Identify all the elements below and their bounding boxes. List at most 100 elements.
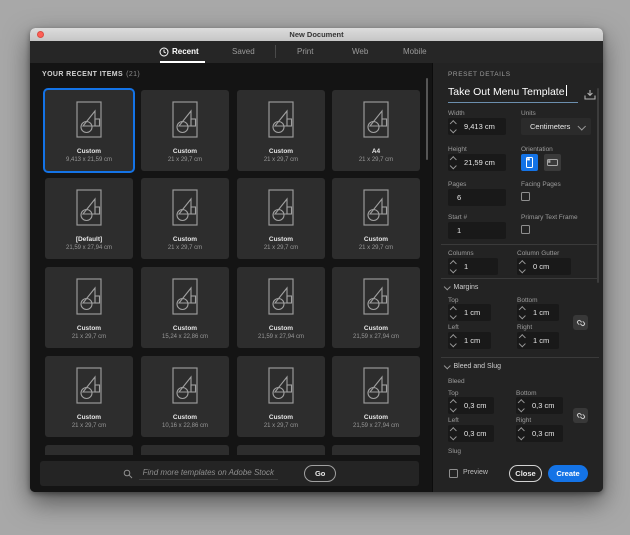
template-card-dimensions: 9,413 x 21,59 cm — [65, 157, 113, 163]
bleed-top-value: 0,3 cm — [464, 401, 487, 410]
bleed-top-field[interactable]: 0,3 cm — [448, 397, 494, 414]
height-stepper[interactable] — [448, 155, 459, 170]
margins-section-header[interactable]: Margins — [444, 284, 478, 291]
desktop-background: New Document Recent Saved Print Web Mobi… — [0, 0, 630, 535]
template-thumbnail-icon — [268, 101, 294, 138]
facing-pages-checkbox[interactable] — [521, 192, 530, 201]
template-card[interactable]: Custom 21 x 29,7 cm — [237, 356, 325, 437]
pages-label: Pages — [448, 181, 467, 188]
template-card[interactable]: [Default] 21,59 x 27,94 cm — [45, 178, 133, 259]
grid-scrollbar[interactable] — [426, 78, 428, 160]
stock-search-input[interactable]: Find more templates on Adobe Stock — [138, 468, 278, 480]
template-card-partial[interactable] — [45, 445, 133, 455]
template-card-name: Custom — [363, 414, 389, 421]
stock-search-bar[interactable]: Find more templates on Adobe Stock Go — [40, 461, 419, 486]
template-card[interactable]: Custom 21 x 29,7 cm — [332, 178, 420, 259]
portrait-orientation-icon[interactable] — [521, 154, 538, 171]
columns-stepper[interactable] — [448, 259, 459, 274]
tab-saved[interactable]: Saved — [232, 41, 255, 63]
margin-bottom-stepper[interactable] — [517, 305, 528, 320]
template-card[interactable]: Custom 21 x 29,7 cm — [141, 90, 229, 171]
template-card[interactable]: Custom 21,59 x 27,94 cm — [332, 267, 420, 348]
margin-right-stepper[interactable] — [517, 333, 528, 348]
start-number-field[interactable]: 1 — [448, 222, 506, 239]
column-gutter-stepper[interactable] — [517, 259, 528, 274]
tab-recent[interactable]: Recent — [172, 41, 199, 63]
template-card-name: [Default] — [75, 236, 103, 243]
template-card-dimensions: 21 x 29,7 cm — [167, 245, 203, 251]
template-thumbnail-icon — [172, 189, 198, 226]
column-gutter-field[interactable]: 0 cm — [517, 258, 571, 275]
margin-left-field[interactable]: 1 cm — [448, 332, 491, 349]
panel-scrollbar[interactable] — [597, 88, 599, 283]
template-card-dimensions: 21 x 29,7 cm — [71, 423, 107, 429]
go-button[interactable]: Go — [303, 465, 337, 482]
chevron-down-icon — [444, 363, 451, 370]
save-preset-icon[interactable] — [583, 89, 597, 101]
primary-text-frame-checkbox[interactable] — [521, 225, 530, 234]
template-card[interactable]: Custom 10,16 x 22,86 cm — [141, 356, 229, 437]
section-divider — [441, 244, 599, 245]
tab-print[interactable]: Print — [297, 41, 313, 63]
orientation-label: Orientation — [521, 146, 553, 153]
width-field[interactable]: 9,413 cm — [448, 118, 506, 135]
template-card[interactable]: Custom 9,413 x 21,59 cm — [45, 90, 133, 171]
template-card-partial[interactable] — [332, 445, 420, 455]
close-button[interactable]: Close — [509, 465, 542, 482]
preset-details-heading: PRESET DETAILS — [448, 71, 511, 78]
margin-top-stepper[interactable] — [448, 305, 459, 320]
template-card[interactable]: Custom 21 x 29,7 cm — [45, 356, 133, 437]
template-card[interactable]: Custom 21,59 x 27,94 cm — [237, 267, 325, 348]
bleed-link-chain-icon[interactable] — [573, 408, 588, 423]
width-label: Width — [448, 110, 465, 117]
margin-bottom-field[interactable]: 1 cm — [517, 304, 559, 321]
margin-right-field[interactable]: 1 cm — [517, 332, 559, 349]
bleed-left-stepper[interactable] — [448, 426, 459, 441]
template-thumbnail-icon — [363, 101, 389, 138]
create-button[interactable]: Create — [548, 465, 588, 482]
bleed-slug-section-header[interactable]: Bleed and Slug — [444, 363, 501, 370]
landscape-orientation-icon[interactable] — [544, 154, 561, 171]
bleed-top-stepper[interactable] — [448, 398, 459, 413]
margin-left-stepper[interactable] — [448, 333, 459, 348]
template-card-name: Custom — [172, 325, 198, 332]
template-card[interactable]: Custom 21 x 29,7 cm — [237, 178, 325, 259]
recent-items-pane: YOUR RECENT ITEMS (21) Custom 9,413 x 21,… — [30, 63, 430, 492]
bleed-right-field[interactable]: 0,3 cm — [516, 425, 563, 442]
height-value: 21,59 cm — [464, 158, 495, 167]
template-card[interactable]: Custom 21,59 x 27,94 cm — [332, 356, 420, 437]
pages-field[interactable]: 6 — [448, 189, 506, 206]
tab-mobile[interactable]: Mobile — [403, 41, 427, 63]
template-card-name: Custom — [268, 414, 294, 421]
bleed-bottom-stepper[interactable] — [516, 398, 527, 413]
template-card-dimensions: 21,59 x 27,94 cm — [352, 334, 400, 340]
bleed-top-label: Top — [448, 390, 459, 397]
document-name-input[interactable]: Take Out Menu Template — [448, 85, 578, 103]
template-card-partial[interactable] — [237, 445, 325, 455]
margin-top-field[interactable]: 1 cm — [448, 304, 491, 321]
template-thumbnail-icon — [363, 189, 389, 226]
template-card-partial[interactable] — [141, 445, 229, 455]
template-card[interactable]: Custom 21 x 29,7 cm — [237, 90, 325, 171]
tab-web[interactable]: Web — [352, 41, 368, 63]
columns-field[interactable]: 1 — [448, 258, 498, 275]
template-thumbnail-icon — [172, 101, 198, 138]
start-number-label: Start # — [448, 214, 468, 221]
template-card-name: Custom — [268, 325, 294, 332]
template-card[interactable]: A4 21 x 29,7 cm — [332, 90, 420, 171]
height-field[interactable]: 21,59 cm — [448, 154, 506, 171]
margins-link-chain-icon[interactable] — [573, 315, 588, 330]
template-card-name: Custom — [363, 236, 389, 243]
margin-right-value: 1 cm — [533, 336, 550, 345]
template-card[interactable]: Custom 21 x 29,7 cm — [45, 267, 133, 348]
template-card[interactable]: Custom 15,24 x 22,86 cm — [141, 267, 229, 348]
units-select[interactable]: Centimeters — [521, 118, 591, 135]
width-stepper[interactable] — [448, 119, 459, 134]
template-card[interactable]: Custom 21 x 29,7 cm — [141, 178, 229, 259]
columns-label: Columns — [448, 250, 474, 257]
bleed-left-field[interactable]: 0,3 cm — [448, 425, 494, 442]
bleed-right-stepper[interactable] — [516, 426, 527, 441]
preview-checkbox[interactable] — [449, 469, 458, 478]
bleed-bottom-field[interactable]: 0,3 cm — [516, 397, 563, 414]
template-card-dimensions: 21 x 29,7 cm — [358, 245, 394, 251]
